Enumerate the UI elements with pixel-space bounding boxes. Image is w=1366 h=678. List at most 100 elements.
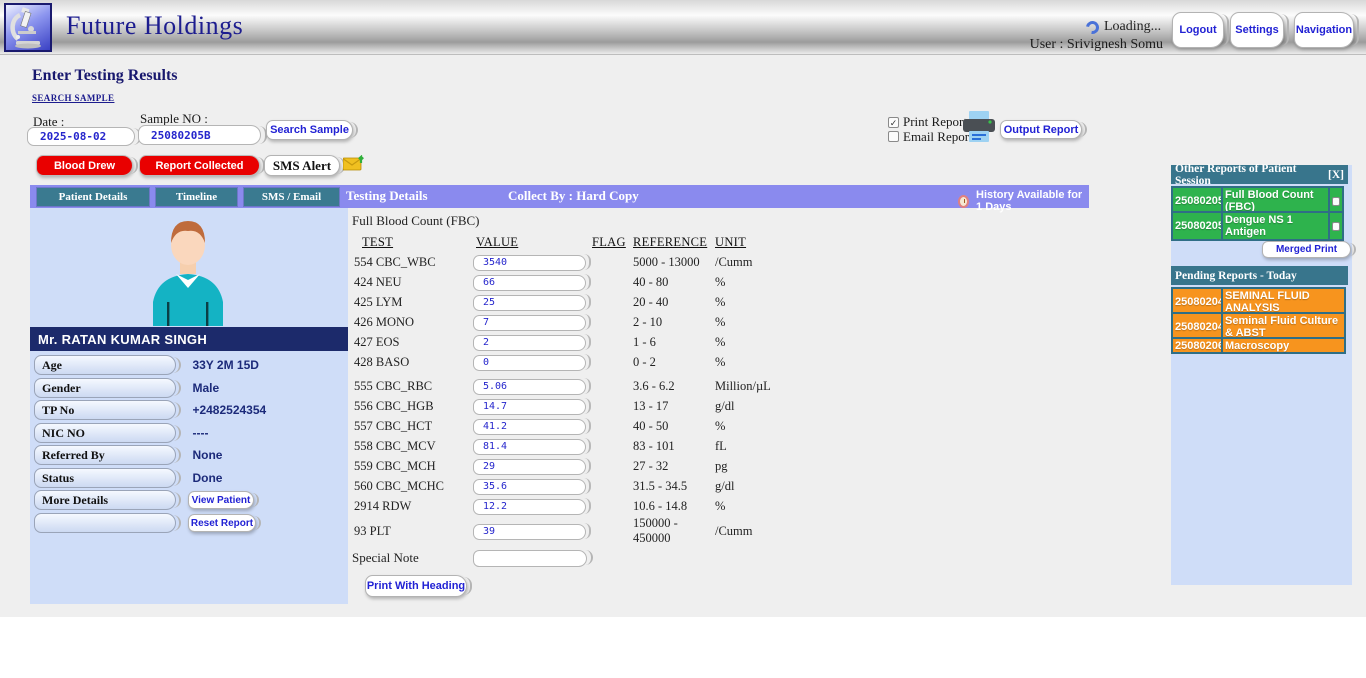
patient-field-value: Done	[192, 468, 222, 488]
test-reference: 150000 - 450000	[633, 516, 715, 546]
tab-sms-email[interactable]: SMS / Email	[243, 187, 340, 207]
test-value-input[interactable]	[473, 355, 586, 371]
test-unit: %	[715, 419, 832, 434]
history-icon	[958, 195, 969, 208]
logout-button[interactable]: Logout	[1172, 12, 1224, 48]
test-unit: %	[715, 295, 832, 310]
patient-field-value: ----	[192, 423, 208, 443]
test-value-input[interactable]	[473, 439, 586, 455]
pending-report-row[interactable]: 25080206 Macroscopy	[1171, 337, 1346, 354]
date-input[interactable]	[27, 127, 135, 146]
testing-row: 556 CBC_HGB 13 - 17 g/dl	[352, 396, 832, 416]
test-value-input[interactable]	[473, 419, 586, 435]
other-report-row[interactable]: 25080205 Dengue NS 1 Antigen	[1171, 211, 1344, 241]
test-unit: %	[715, 499, 832, 514]
testing-row: 93 PLT 150000 - 450000 /Cumm	[352, 516, 832, 536]
test-value-input[interactable]	[473, 295, 586, 311]
history-note: History Available for 1 Days	[976, 189, 1089, 213]
close-icon[interactable]: [X]	[1328, 169, 1344, 181]
test-unit: %	[715, 355, 832, 370]
testing-row: 558 CBC_MCV 83 - 101 fL	[352, 436, 832, 456]
test-value-input[interactable]	[473, 379, 586, 395]
col-value: VALUE	[473, 235, 592, 250]
blood-drew-button[interactable]: Blood Drew	[36, 155, 133, 176]
test-value-input[interactable]	[473, 315, 586, 331]
output-report-button[interactable]: Output Report	[1000, 120, 1082, 139]
sms-alert-button[interactable]: SMS Alert	[264, 155, 340, 176]
test-value-input[interactable]	[473, 399, 586, 415]
test-reference: 40 - 80	[633, 275, 715, 290]
patient-field-label: Gender	[34, 378, 176, 398]
report-checkbox[interactable]	[1332, 197, 1340, 206]
patient-field-label-empty	[34, 513, 176, 533]
settings-button[interactable]: Settings	[1230, 12, 1284, 48]
loading-spinner-icon	[1083, 18, 1101, 36]
merged-print-button[interactable]: Merged Print	[1262, 241, 1351, 258]
patient-field-row: TP No +2482524354	[34, 400, 344, 420]
test-value-input[interactable]	[473, 479, 586, 495]
test-reference: 1 - 6	[633, 335, 715, 350]
col-flag: FLAG	[592, 235, 633, 250]
reset-report-button[interactable]: Reset Report	[188, 514, 256, 532]
search-sample-link[interactable]: SEARCH SAMPLE	[32, 93, 114, 103]
date-input-wrap	[27, 127, 135, 146]
test-name: 560 CBC_MCHC	[352, 479, 473, 494]
report-collected-button[interactable]: Report Collected	[139, 155, 260, 176]
test-unit: fL	[715, 439, 832, 454]
test-reference: 2 - 10	[633, 315, 715, 330]
test-name: 93 PLT	[352, 524, 473, 539]
print-report-checkbox[interactable]	[888, 117, 899, 128]
patient-field-value: None	[192, 445, 222, 465]
test-reference: 0 - 2	[633, 355, 715, 370]
other-reports-title: Other Reports of Patient Session	[1175, 163, 1328, 187]
test-value-input[interactable]	[473, 499, 586, 515]
sample-no-input[interactable]	[138, 125, 261, 145]
user-text: User : Srivignesh Somu	[1030, 37, 1163, 53]
sample-no-input-wrap	[138, 125, 261, 145]
tab-patient-details[interactable]: Patient Details	[36, 187, 150, 207]
tab-timeline[interactable]: Timeline	[155, 187, 238, 207]
testing-panel-title: Full Blood Count (FBC)	[352, 213, 480, 229]
patient-field-row: Status Done	[34, 468, 344, 488]
test-name: 428 BASO	[352, 355, 473, 370]
search-sample-button[interactable]: Search Sample	[266, 120, 353, 140]
special-note-label: Special Note	[352, 550, 419, 566]
report-sample-no: 25080205	[1171, 211, 1223, 241]
email-icon	[343, 155, 365, 177]
test-reference: 20 - 40	[633, 295, 715, 310]
test-name: 425 LYM	[352, 295, 473, 310]
test-value-input[interactable]	[473, 275, 586, 291]
test-unit: %	[715, 335, 832, 350]
testing-row: 428 BASO 0 - 2 %	[352, 352, 832, 372]
test-unit: g/dl	[715, 479, 832, 494]
navigation-button[interactable]: Navigation	[1294, 12, 1354, 48]
view-patient-button[interactable]: View Patient	[188, 491, 254, 509]
testing-row: 2914 RDW 10.6 - 14.8 %	[352, 496, 832, 516]
special-note-input-wrap	[473, 549, 587, 566]
patient-field-value: 33Y 2M 15D	[192, 355, 259, 375]
special-note-input[interactable]	[473, 550, 587, 567]
test-name: 2914 RDW	[352, 499, 473, 514]
patient-field-label: TP No	[34, 400, 176, 420]
test-reference: 13 - 17	[633, 399, 715, 414]
report-checkbox[interactable]	[1332, 222, 1340, 231]
test-reference: 83 - 101	[633, 439, 715, 454]
email-report-checkbox[interactable]	[888, 131, 899, 142]
test-value-input[interactable]	[473, 524, 586, 540]
test-value-input[interactable]	[473, 459, 586, 475]
testing-row: 425 LYM 20 - 40 %	[352, 292, 832, 312]
logo-microscope-icon	[6, 5, 50, 50]
page-title: Enter Testing Results	[32, 67, 178, 85]
testing-row: 554 CBC_WBC 5000 - 13000 /Cumm	[352, 252, 832, 272]
patient-field-label: NIC NO	[34, 423, 176, 443]
pending-reports-title: Pending Reports - Today	[1175, 270, 1297, 282]
test-name: 559 CBC_MCH	[352, 459, 473, 474]
test-name: 424 NEU	[352, 275, 473, 290]
patient-field-row: NIC NO ----	[34, 423, 344, 443]
test-name: 426 MONO	[352, 315, 473, 330]
test-value-input[interactable]	[473, 255, 586, 271]
testing-row: 426 MONO 2 - 10 %	[352, 312, 832, 332]
col-reference: REFERENCE	[633, 235, 715, 250]
print-with-heading-button[interactable]: Print With Heading	[365, 575, 467, 597]
test-value-input[interactable]	[473, 335, 586, 351]
